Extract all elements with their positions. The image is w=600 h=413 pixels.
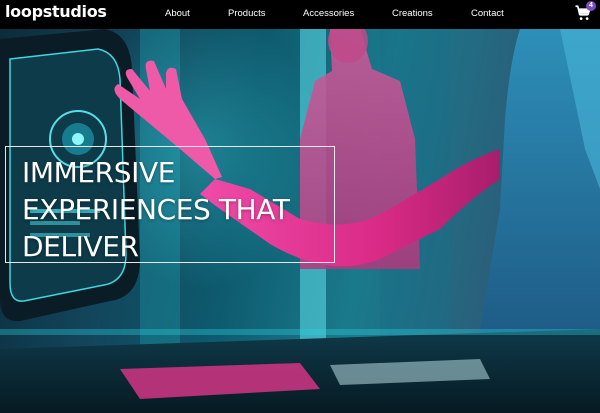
nav-link-creations[interactable]: Creations (392, 8, 433, 19)
headline-line-3: DELIVER (22, 230, 139, 263)
nav-link-about[interactable]: About (165, 8, 190, 19)
nav-link-contact[interactable]: Contact (471, 8, 504, 19)
hero-headline: IMMERSIVE EXPERIENCES THAT DELIVER (22, 154, 322, 265)
headline-line-1: IMMERSIVE (22, 156, 175, 189)
top-navigation-bar: loopstudios About Products Accessories C… (0, 0, 600, 29)
cart-count-badge: 4 (586, 1, 596, 11)
nav-link-products[interactable]: Products (228, 8, 266, 19)
headline-line-2: EXPERIENCES THAT (22, 193, 290, 226)
nav-link-accessories[interactable]: Accessories (303, 8, 354, 19)
nav-links: About Products Accessories Creations Con… (0, 8, 600, 22)
